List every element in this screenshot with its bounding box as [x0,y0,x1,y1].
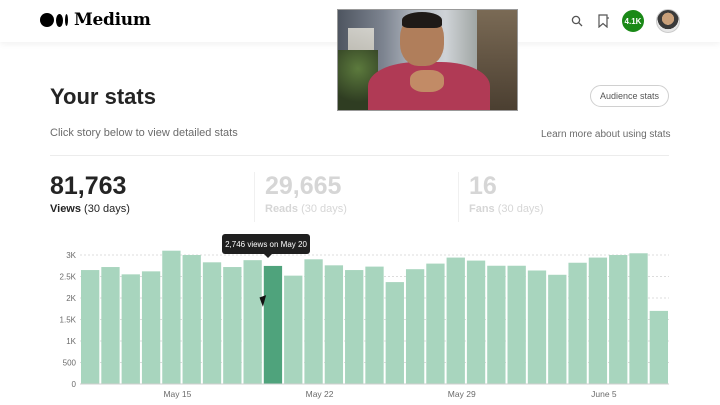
webcam-overlay [337,9,518,111]
medium-logo[interactable]: Medium [40,10,151,30]
chart-bar-selected[interactable] [263,265,283,384]
medium-logo-icon [40,13,68,27]
y-tick-label: 500 [63,359,77,368]
chart-bar[interactable] [487,265,506,384]
x-tick-label: June 5 [591,389,617,399]
chart-bar[interactable] [466,260,486,384]
stat-views[interactable]: 81,763 Views (30 days) [50,171,130,215]
stat-reads-value: 29,665 [265,172,342,200]
logo-text: Medium [74,10,151,30]
chart-bar[interactable] [304,259,323,384]
chart-bar[interactable] [81,270,100,384]
x-tick-label: May 29 [448,389,476,399]
search-icon[interactable] [570,14,584,28]
stat-reads-label: Reads (30 days) [265,203,347,215]
x-tick-label: May 15 [163,389,191,399]
chart-bar[interactable] [405,269,425,384]
chart-bar[interactable] [101,267,120,384]
chart-bar[interactable] [243,260,262,384]
chart-bar[interactable] [609,255,628,384]
chart-bar[interactable] [182,255,201,384]
stat-views-label: Views (30 days) [50,203,130,215]
chart-bar[interactable] [162,250,181,384]
chart-bar[interactable] [588,257,608,384]
y-tick-label: 2.5K [60,273,77,282]
chart-bar[interactable] [324,265,344,384]
y-tick-label: 0 [72,380,77,389]
stat-fans-label: Fans (30 days) [469,203,544,215]
stat-separator [254,172,255,222]
avatar[interactable] [656,9,680,33]
learn-more-link[interactable]: Learn more about using stats [541,129,671,140]
chart-bar[interactable] [446,257,465,384]
y-tick-label: 1.5K [60,316,77,325]
bookmark-icon[interactable] [596,14,610,28]
audience-stats-button[interactable]: Audience stats [590,85,669,107]
chart-bar[interactable] [629,253,648,384]
stat-separator [458,172,459,222]
y-tick-label: 1K [66,337,76,346]
chart-bar[interactable] [385,282,404,384]
views-bar-chart: 0 500 1K 1.5K 2K 2.5K 3K May 15 May 22 May 29 June… [60,250,669,399]
notifications-badge[interactable]: 4.1K [622,10,644,32]
stat-reads[interactable]: 29,665 Reads (30 days) [265,171,347,215]
bar-tooltip: 2,746 views on May 20 [222,234,310,254]
x-tick-label: May 22 [306,389,334,399]
chart-bar[interactable] [345,270,364,384]
chart-bar[interactable] [284,275,303,384]
chart-bar[interactable] [202,262,222,384]
stat-fans[interactable]: 16 Fans (30 days) [469,171,544,215]
y-tick-label: 3K [66,251,76,260]
chart-bar[interactable] [568,262,587,384]
chart-bar[interactable] [141,271,161,384]
tooltip-arrow [263,253,273,258]
stat-fans-value: 16 [469,172,497,200]
divider [50,155,669,156]
chart-bar[interactable] [507,265,526,384]
chart-bar[interactable] [527,270,547,384]
chart-bar[interactable] [649,310,668,384]
chart-bar[interactable] [426,263,445,384]
y-tick-label: 2K [66,294,76,303]
chart-bar[interactable] [548,274,567,384]
header-actions: 4.1K [570,9,680,33]
page-subtitle: Click story below to view detailed stats [50,127,238,139]
chart-bar[interactable] [223,267,242,384]
page-title: Your stats [50,84,156,109]
chart-bar[interactable] [365,266,384,384]
stat-views-value: 81,763 [50,172,127,200]
chart-bar[interactable] [121,274,140,384]
